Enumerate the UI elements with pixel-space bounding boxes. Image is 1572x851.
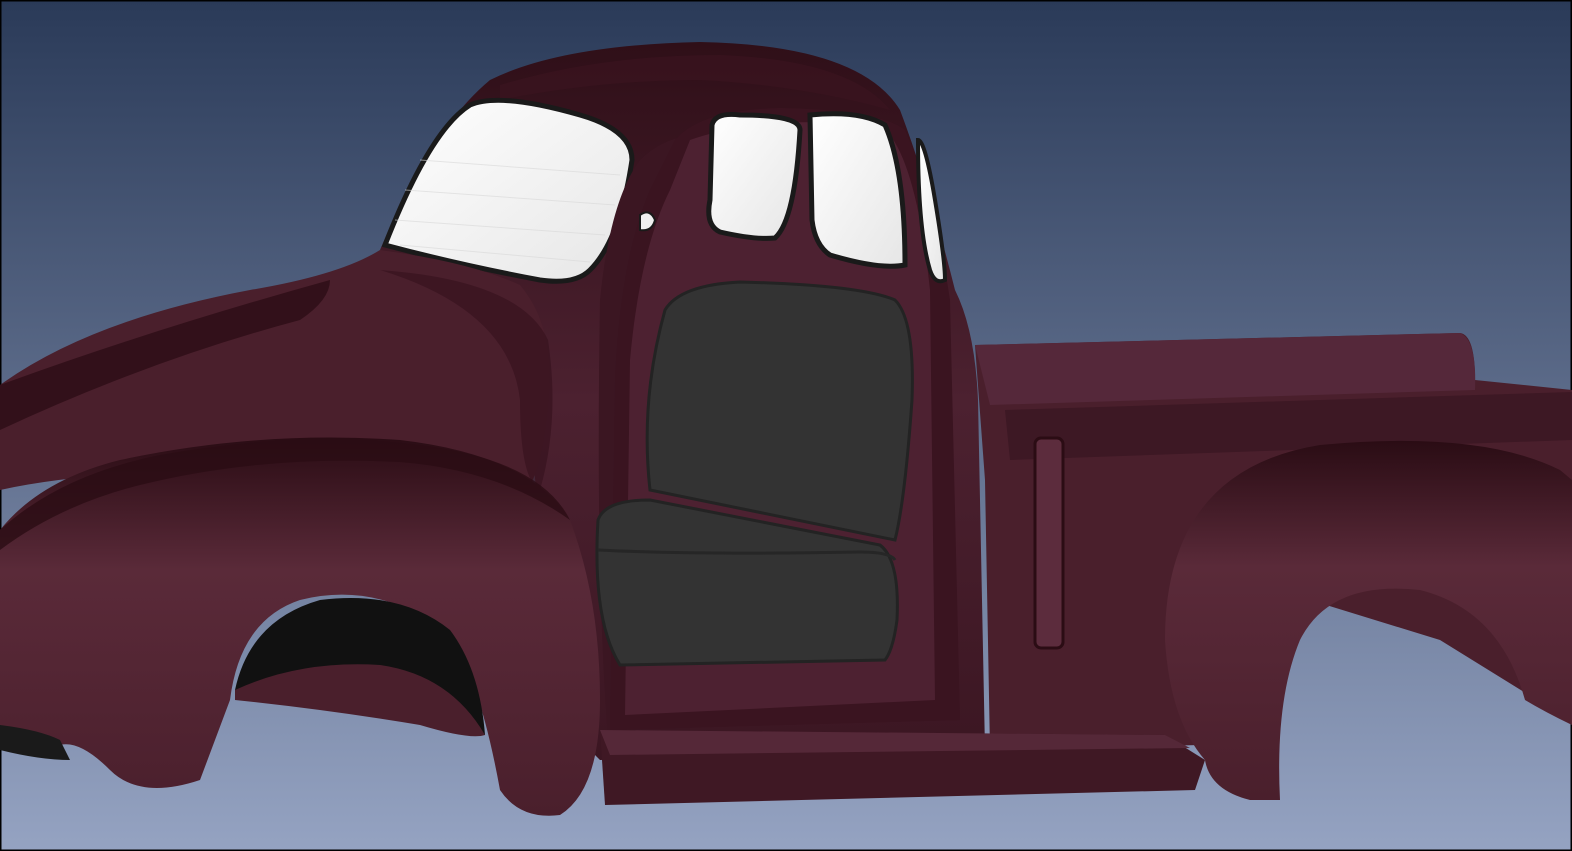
bed-stake-pocket xyxy=(1033,436,1065,650)
rear-window-right xyxy=(807,111,908,269)
rear-window-left xyxy=(706,112,803,241)
viewport-canvas[interactable] xyxy=(0,0,1572,851)
3d-viewport[interactable] xyxy=(0,0,1572,851)
